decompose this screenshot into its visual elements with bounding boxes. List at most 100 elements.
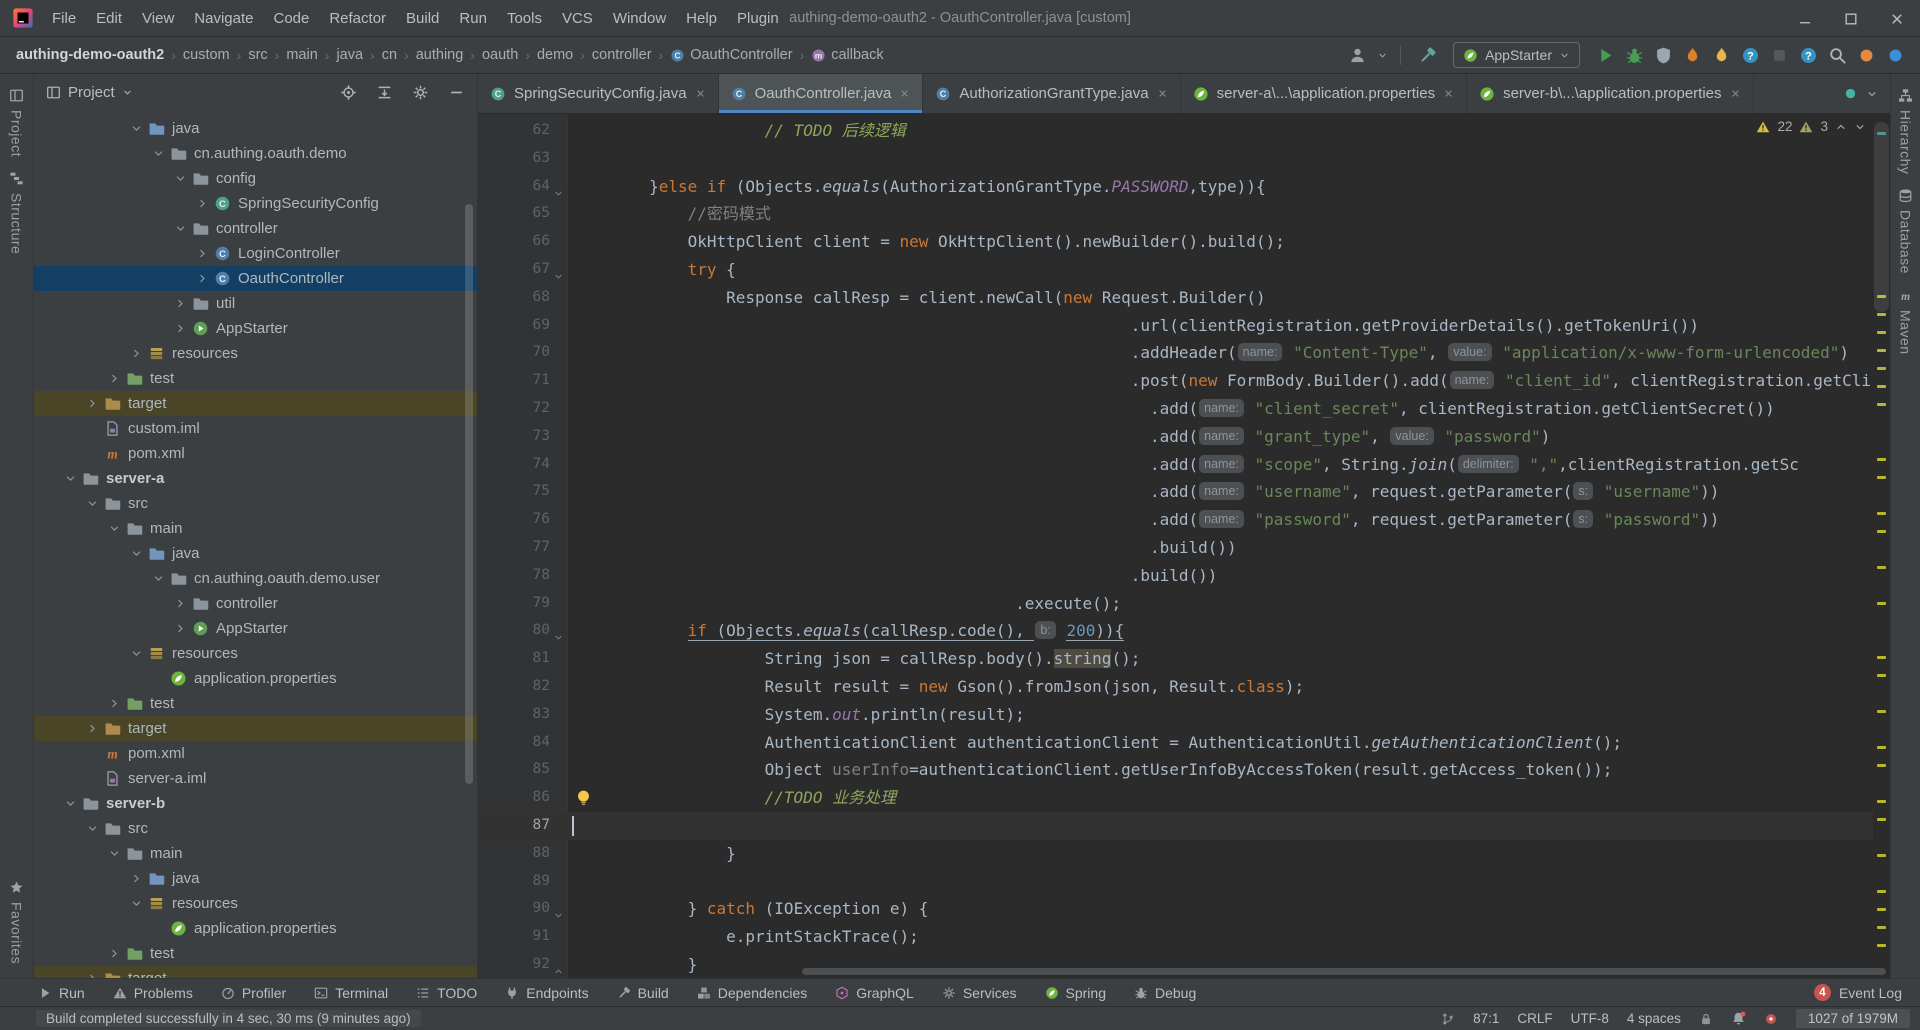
maximize-button[interactable] <box>1828 0 1874 37</box>
code-line-81[interactable]: 81String json = callResp.body().string()… <box>478 645 1873 673</box>
menu-vcs[interactable]: VCS <box>552 10 603 27</box>
line-number[interactable]: 81 <box>478 645 550 673</box>
profiler-button[interactable] <box>1683 46 1702 65</box>
line-number[interactable]: 88 <box>478 840 550 868</box>
code-line-77[interactable]: 77.build()) <box>478 534 1873 562</box>
menu-refactor[interactable]: Refactor <box>319 10 396 27</box>
chevron-down-icon[interactable] <box>86 497 102 510</box>
code-line-91[interactable]: 91e.printStackTrace(); <box>478 923 1873 951</box>
toolwindow-button-services[interactable]: Services <box>942 985 1017 1001</box>
chevron-right-icon[interactable] <box>196 247 212 260</box>
code-line-68[interactable]: 68Response callResp = client.newCall(new… <box>478 284 1873 312</box>
breadcrumb-item-authing[interactable]: authing <box>416 47 464 63</box>
editor-tab-springsecurityconfig-java[interactable]: CSpringSecurityConfig.java <box>478 74 719 113</box>
editor-tab-server-a-application-properties[interactable]: server-a\...\application.properties <box>1181 74 1467 113</box>
error-stripe-mark[interactable] <box>1877 313 1886 316</box>
error-stripe-mark[interactable] <box>1877 403 1886 406</box>
toolwindow-button-debug[interactable]: Debug <box>1134 985 1196 1001</box>
line-number[interactable]: 91 <box>478 923 550 951</box>
line-number[interactable]: 80 <box>478 617 550 645</box>
line-number[interactable]: 86 <box>478 784 550 812</box>
line-number[interactable]: 62 <box>478 117 550 145</box>
menu-window[interactable]: Window <box>603 10 676 27</box>
file-encoding[interactable]: UTF-8 <box>1571 1011 1609 1026</box>
line-number[interactable]: 87 <box>478 812 550 840</box>
project-scrollbar[interactable] <box>465 204 473 784</box>
toolwindow-button-dependencies[interactable]: Dependencies <box>697 985 808 1001</box>
debug-button[interactable] <box>1625 46 1644 65</box>
tree-item-logincontroller[interactable]: CLoginController <box>34 241 477 266</box>
inspections-widget[interactable]: 22 3 <box>1756 119 1866 134</box>
chevron-down-icon[interactable] <box>152 572 168 585</box>
chevron-right-icon[interactable] <box>86 397 102 410</box>
tree-item-custom-iml[interactable]: custom.iml <box>34 416 477 441</box>
tree-item-test[interactable]: test <box>34 691 477 716</box>
code-line-76[interactable]: 76.add(name: "password", request.getPara… <box>478 506 1873 534</box>
error-stripe-mark[interactable] <box>1877 349 1886 352</box>
error-indicator-icon[interactable] <box>1764 1012 1778 1026</box>
tree-item-appstarter[interactable]: AppStarter <box>34 616 477 641</box>
line-number[interactable]: 84 <box>478 729 550 757</box>
search-everywhere-icon[interactable] <box>1828 46 1847 65</box>
error-stripe-mark[interactable] <box>1877 476 1886 479</box>
chevron-right-icon[interactable] <box>130 347 146 360</box>
chevron-right-icon[interactable] <box>130 872 146 885</box>
line-number[interactable]: 79 <box>478 590 550 618</box>
line-number[interactable]: 71 <box>478 367 550 395</box>
tree-item-cn-authing-oauth-demo[interactable]: cn.authing.oauth.demo <box>34 141 477 166</box>
code-line-65[interactable]: 65//密码模式 <box>478 200 1873 228</box>
chevron-right-icon[interactable] <box>108 947 124 960</box>
tree-item-cn-authing-oauth-demo-user[interactable]: cn.authing.oauth.demo.user <box>34 566 477 591</box>
line-number[interactable]: 64 <box>478 173 550 201</box>
tree-item-target[interactable]: target <box>34 966 477 978</box>
chevron-down-icon[interactable] <box>86 822 102 835</box>
tree-item-resources[interactable]: resources <box>34 891 477 916</box>
menu-view[interactable]: View <box>132 10 184 27</box>
line-number[interactable]: 76 <box>478 506 550 534</box>
code-line-79[interactable]: 79.execute(); <box>478 590 1873 618</box>
chevron-down-icon[interactable] <box>122 87 133 98</box>
code-line-69[interactable]: 69.url(clientRegistration.getProviderDet… <box>478 312 1873 340</box>
line-number[interactable]: 72 <box>478 395 550 423</box>
code-line-62[interactable]: 62// TODO 后续逻辑 <box>478 117 1873 145</box>
run-button[interactable] <box>1596 46 1615 65</box>
toolwindow-button-endpoints[interactable]: Endpoints <box>505 985 588 1001</box>
toolwindow-button-terminal[interactable]: Terminal <box>314 985 388 1001</box>
chevron-down-icon[interactable] <box>64 472 80 485</box>
code-line-88[interactable]: 88} <box>478 840 1873 868</box>
chevron-down-icon[interactable] <box>130 122 146 135</box>
tab-close-icon[interactable] <box>1443 88 1454 99</box>
code-line-89[interactable]: 89 <box>478 868 1873 896</box>
editor-vertical-scrollbar[interactable] <box>1874 122 1889 312</box>
chevron-right-icon[interactable] <box>196 197 212 210</box>
tree-item-server-b[interactable]: server-b <box>34 791 477 816</box>
collapse-all-icon[interactable] <box>376 84 393 101</box>
tree-item-server-a[interactable]: server-a <box>34 466 477 491</box>
error-stripe-mark[interactable] <box>1877 746 1886 749</box>
chevron-down-icon[interactable] <box>130 647 146 660</box>
status-message[interactable]: Build completed successfully in 4 sec, 3… <box>36 1010 421 1027</box>
chevron-down-icon[interactable] <box>64 797 80 810</box>
chevron-down-icon[interactable] <box>174 172 190 185</box>
error-stripe-mark[interactable] <box>1877 854 1886 857</box>
error-stripe-mark[interactable] <box>1877 602 1886 605</box>
line-number[interactable]: 70 <box>478 339 550 367</box>
chevron-right-icon[interactable] <box>108 372 124 385</box>
toolwindow-button-problems[interactable]: Problems <box>113 985 193 1001</box>
caret-position[interactable]: 87:1 <box>1473 1011 1499 1026</box>
tree-item-util[interactable]: util <box>34 291 477 316</box>
rest-client-icon[interactable] <box>1712 46 1731 65</box>
stripe-button-structure[interactable]: Structure <box>9 171 25 254</box>
indent-style[interactable]: 4 spaces <box>1627 1011 1681 1026</box>
tree-item-appstarter[interactable]: AppStarter <box>34 316 477 341</box>
toolwindow-button-run[interactable]: Run <box>38 985 85 1001</box>
toolwindow-button-build[interactable]: Build <box>617 985 669 1001</box>
line-number[interactable]: 85 <box>478 756 550 784</box>
next-issue-icon[interactable] <box>1854 121 1866 133</box>
chevron-right-icon[interactable] <box>174 597 190 610</box>
panel-title[interactable]: Project <box>68 84 115 101</box>
fold-marker-icon[interactable] <box>553 625 567 637</box>
error-stripe-mark[interactable] <box>1877 710 1886 713</box>
tree-item-test[interactable]: test <box>34 941 477 966</box>
code-line-87[interactable]: 87 <box>478 812 1873 840</box>
